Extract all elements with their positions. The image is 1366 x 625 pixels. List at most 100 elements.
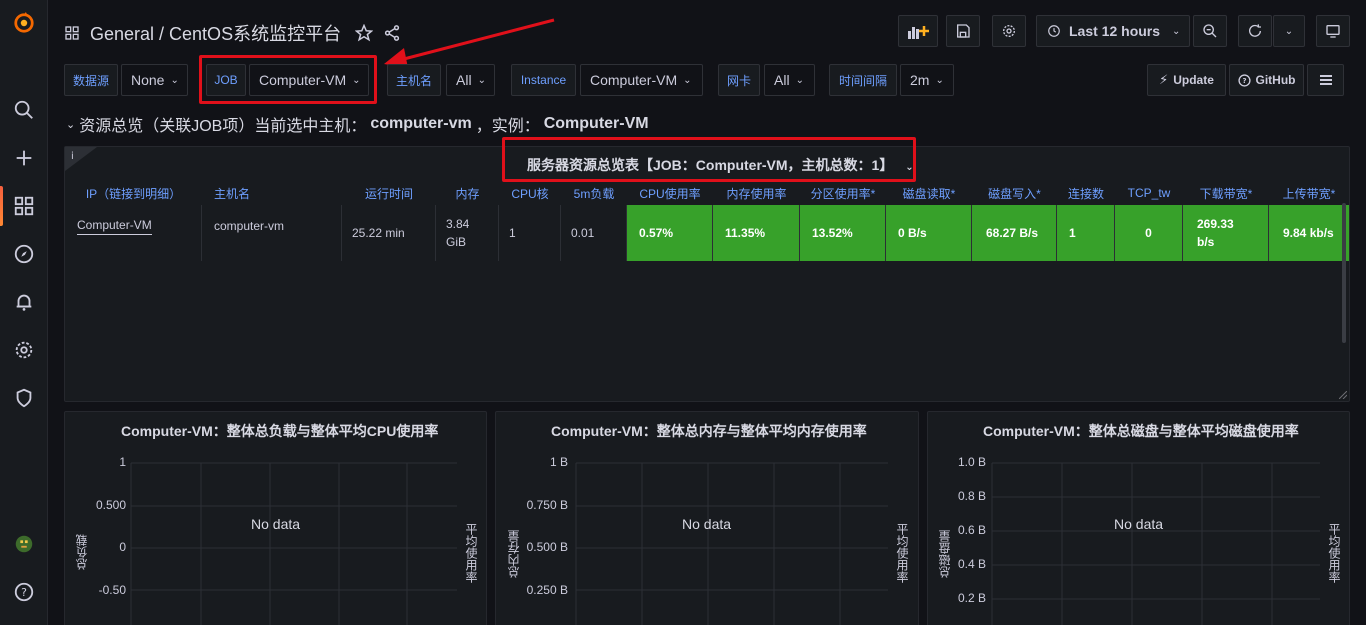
interval-variable-select[interactable]: 2m ⌄	[900, 64, 954, 96]
resize-handle-icon[interactable]	[1339, 391, 1347, 399]
chevron-down-icon: ⌄	[683, 74, 692, 86]
plus-icon[interactable]	[0, 138, 48, 178]
github-link-button[interactable]: ? GitHub	[1229, 64, 1304, 96]
chart-panel-memory: Computer-VM：整体总内存与整体平均内存使用率 1 B 0.750 B …	[495, 411, 919, 625]
y-tick: 0.750 B	[526, 498, 568, 512]
hamburger-icon	[1319, 75, 1332, 85]
chevron-down-icon: ⌄	[1172, 25, 1181, 37]
help-circle-icon: ?	[1237, 73, 1251, 87]
no-data-message: No data	[682, 516, 732, 532]
alerting-bell-icon[interactable]	[0, 282, 48, 322]
y-tick: 1	[119, 455, 126, 469]
refresh-button[interactable]	[1238, 15, 1272, 47]
save-dashboard-button[interactable]	[946, 15, 980, 47]
svg-text:?: ?	[21, 586, 27, 599]
cell-uptime: 25.22 min	[342, 205, 436, 261]
col-header-cpu-cores[interactable]: CPU核	[499, 183, 561, 203]
hostname-variable-value: All	[456, 72, 472, 88]
chevron-down-icon: ⌄	[1284, 25, 1294, 37]
col-header-download-bw[interactable]: 下载带宽*	[1183, 183, 1269, 203]
col-header-ip[interactable]: IP（链接到明细）	[65, 183, 202, 203]
gear-icon	[1003, 25, 1015, 37]
y-tick: 0.8 B	[957, 489, 986, 503]
chevron-down-icon: ⌄	[170, 74, 179, 86]
instance-variable-select[interactable]: Computer-VM ⌄	[580, 64, 703, 96]
user-avatar-icon[interactable]	[0, 524, 48, 564]
row-header[interactable]: ⌄ 资源总览（关联JOB项）当前选中主机： computer-vm ，实例： Comp…	[66, 112, 649, 136]
datasource-variable-label: 数据源	[64, 64, 118, 96]
nic-variable-select[interactable]: All ⌄	[764, 64, 815, 96]
github-link-label: GitHub	[1255, 73, 1296, 87]
table-scrollbar[interactable]	[1342, 203, 1346, 343]
y-tick: -0.50	[98, 583, 126, 597]
col-header-partition-usage[interactable]: 分区使用率*	[800, 183, 886, 203]
cell-partition-usage: 13.52%	[800, 205, 886, 261]
grafana-logo-icon[interactable]	[0, 3, 48, 43]
table-title-highlight-box	[502, 137, 916, 182]
row-title-sep: ，实例：	[475, 118, 540, 135]
info-icon: i	[71, 151, 74, 162]
dashboard-title-area: General / CentOS系统监控平台	[64, 20, 401, 46]
row-title-host: computer-vm	[370, 115, 472, 132]
no-data-message: No data	[1114, 516, 1164, 532]
col-header-disk-write[interactable]: 磁盘写入*	[972, 183, 1057, 203]
hostname-variable-select[interactable]: All ⌄	[446, 64, 495, 96]
cell-ip: Computer-VM	[65, 205, 202, 261]
cell-disk-write: 68.27 B/s	[972, 205, 1057, 261]
datasource-variable-select[interactable]: None ⌄	[121, 64, 188, 96]
no-data-message: No data	[251, 516, 301, 532]
col-header-upload-bw[interactable]: 上传带宽*	[1269, 183, 1349, 203]
col-header-tcp-tw[interactable]: TCP_tw	[1115, 183, 1183, 203]
menu-button[interactable]	[1307, 64, 1344, 96]
add-panel-button[interactable]	[898, 15, 938, 47]
tv-mode-button[interactable]	[1316, 15, 1350, 47]
y-tick: 0.500 B	[526, 540, 568, 554]
save-icon	[957, 24, 970, 38]
cell-load-5m: 0.01	[561, 205, 627, 261]
chart-panel-disk: Computer-VM：整体总磁盘与整体平均磁盘使用率 1.0 B 0.8 B …	[927, 411, 1350, 625]
col-header-hostname[interactable]: 主机名	[202, 183, 342, 203]
y2-axis-label: 平均使用率	[464, 523, 478, 583]
zoom-out-button[interactable]	[1193, 15, 1227, 47]
dashboard-settings-button[interactable]	[992, 15, 1026, 47]
monitor-icon	[1326, 25, 1340, 38]
col-header-mem-usage[interactable]: 内存使用率	[713, 183, 800, 203]
ip-detail-link[interactable]: Computer-VM	[77, 216, 152, 235]
svg-text:?: ?	[1242, 76, 1246, 85]
server-overview-table-panel: i 服务器资源总览表【JOB：Computer-VM，主机总数：1】 ⌄ IP（…	[64, 146, 1350, 402]
panel-info-corner[interactable]: i	[65, 147, 97, 171]
bolt-icon: ⚡︎	[1159, 72, 1169, 87]
time-range-label: Last 12 hours	[1069, 23, 1161, 39]
update-link-button[interactable]: ⚡︎ Update	[1147, 64, 1226, 96]
search-icon[interactable]	[0, 90, 48, 130]
instance-variable-label: Instance	[511, 64, 576, 96]
chart-panel-cpu: Computer-VM：整体总负载与整体平均CPU使用率 1 0.500 0 -…	[64, 411, 487, 625]
settings-gear-icon[interactable]	[0, 330, 48, 370]
clock-icon	[1048, 25, 1060, 37]
y-axis-label: 总负载	[75, 534, 89, 570]
dashboard-title[interactable]: General / CentOS系统监控平台	[90, 20, 341, 46]
cell-mem-usage: 11.35%	[713, 205, 800, 261]
time-range-picker[interactable]: Last 12 hours ⌄	[1036, 15, 1190, 47]
dashboards-icon[interactable]	[0, 186, 48, 226]
interval-variable-label: 时间间隔	[829, 64, 897, 96]
help-icon[interactable]: ?	[0, 572, 48, 612]
cell-hostname: computer-vm	[202, 205, 342, 261]
shield-icon[interactable]	[0, 378, 48, 418]
dashboard-grid-icon	[65, 26, 79, 40]
refresh-interval-dropdown[interactable]: ⌄	[1273, 15, 1305, 47]
chevron-down-icon: ⌄	[935, 74, 944, 86]
y-tick: 0.500	[95, 498, 126, 512]
explore-compass-icon[interactable]	[0, 234, 48, 274]
col-header-cpu-usage[interactable]: CPU使用率	[627, 183, 713, 203]
y-tick: 0.250 B	[526, 583, 568, 597]
col-header-load-5m[interactable]: 5m负载	[561, 183, 627, 203]
col-header-uptime[interactable]: 运行时间	[342, 183, 436, 203]
col-header-connections[interactable]: 连接数	[1057, 183, 1115, 203]
col-header-disk-read[interactable]: 磁盘读取*	[886, 183, 972, 203]
sidebar: ?	[0, 0, 48, 625]
col-header-memory[interactable]: 内存	[436, 183, 499, 203]
hostname-variable-label: 主机名	[387, 64, 441, 96]
cell-download-bw: 269.33 b/s	[1183, 205, 1269, 261]
nic-variable-label: 网卡	[718, 64, 760, 96]
